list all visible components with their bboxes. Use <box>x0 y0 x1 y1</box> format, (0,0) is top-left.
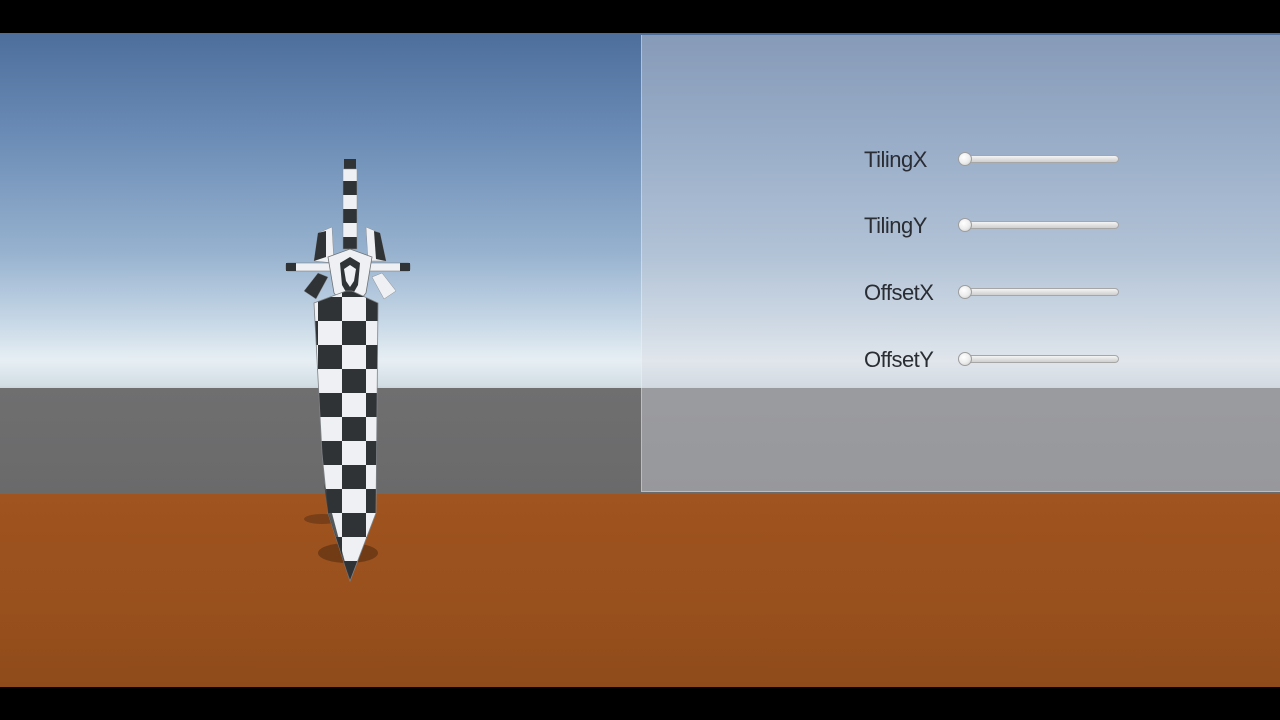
letterbox-top <box>0 0 1280 33</box>
offsetx-slider-thumb[interactable] <box>958 285 972 299</box>
slider-label-offsetx: OffsetX <box>864 280 934 305</box>
slider-label-tilingy: TilingY <box>864 213 927 238</box>
floor-plane <box>0 494 1280 687</box>
texture-settings-panel: TilingX TilingY OffsetX OffsetY <box>641 35 1280 492</box>
slider-label-offsety: OffsetY <box>864 347 934 372</box>
slider-label-tilingx: TilingX <box>864 147 927 172</box>
offsetx-slider[interactable] <box>958 285 1119 299</box>
tilingx-slider[interactable] <box>958 152 1119 166</box>
checkered-sword <box>285 159 411 583</box>
slider-row-offsety: OffsetY <box>864 344 1124 374</box>
letterbox-bottom <box>0 687 1280 720</box>
game-viewport: TilingX TilingY OffsetX OffsetY <box>0 33 1280 687</box>
slider-row-tilingy: TilingY <box>864 210 1124 240</box>
tilingy-slider[interactable] <box>958 218 1119 232</box>
slider-row-offsetx: OffsetX <box>864 277 1124 307</box>
offsety-slider-thumb[interactable] <box>958 352 972 366</box>
tilingx-slider-thumb[interactable] <box>958 152 972 166</box>
offsety-slider[interactable] <box>958 352 1119 366</box>
tilingy-slider-thumb[interactable] <box>958 218 972 232</box>
slider-row-tilingx: TilingX <box>864 144 1124 174</box>
